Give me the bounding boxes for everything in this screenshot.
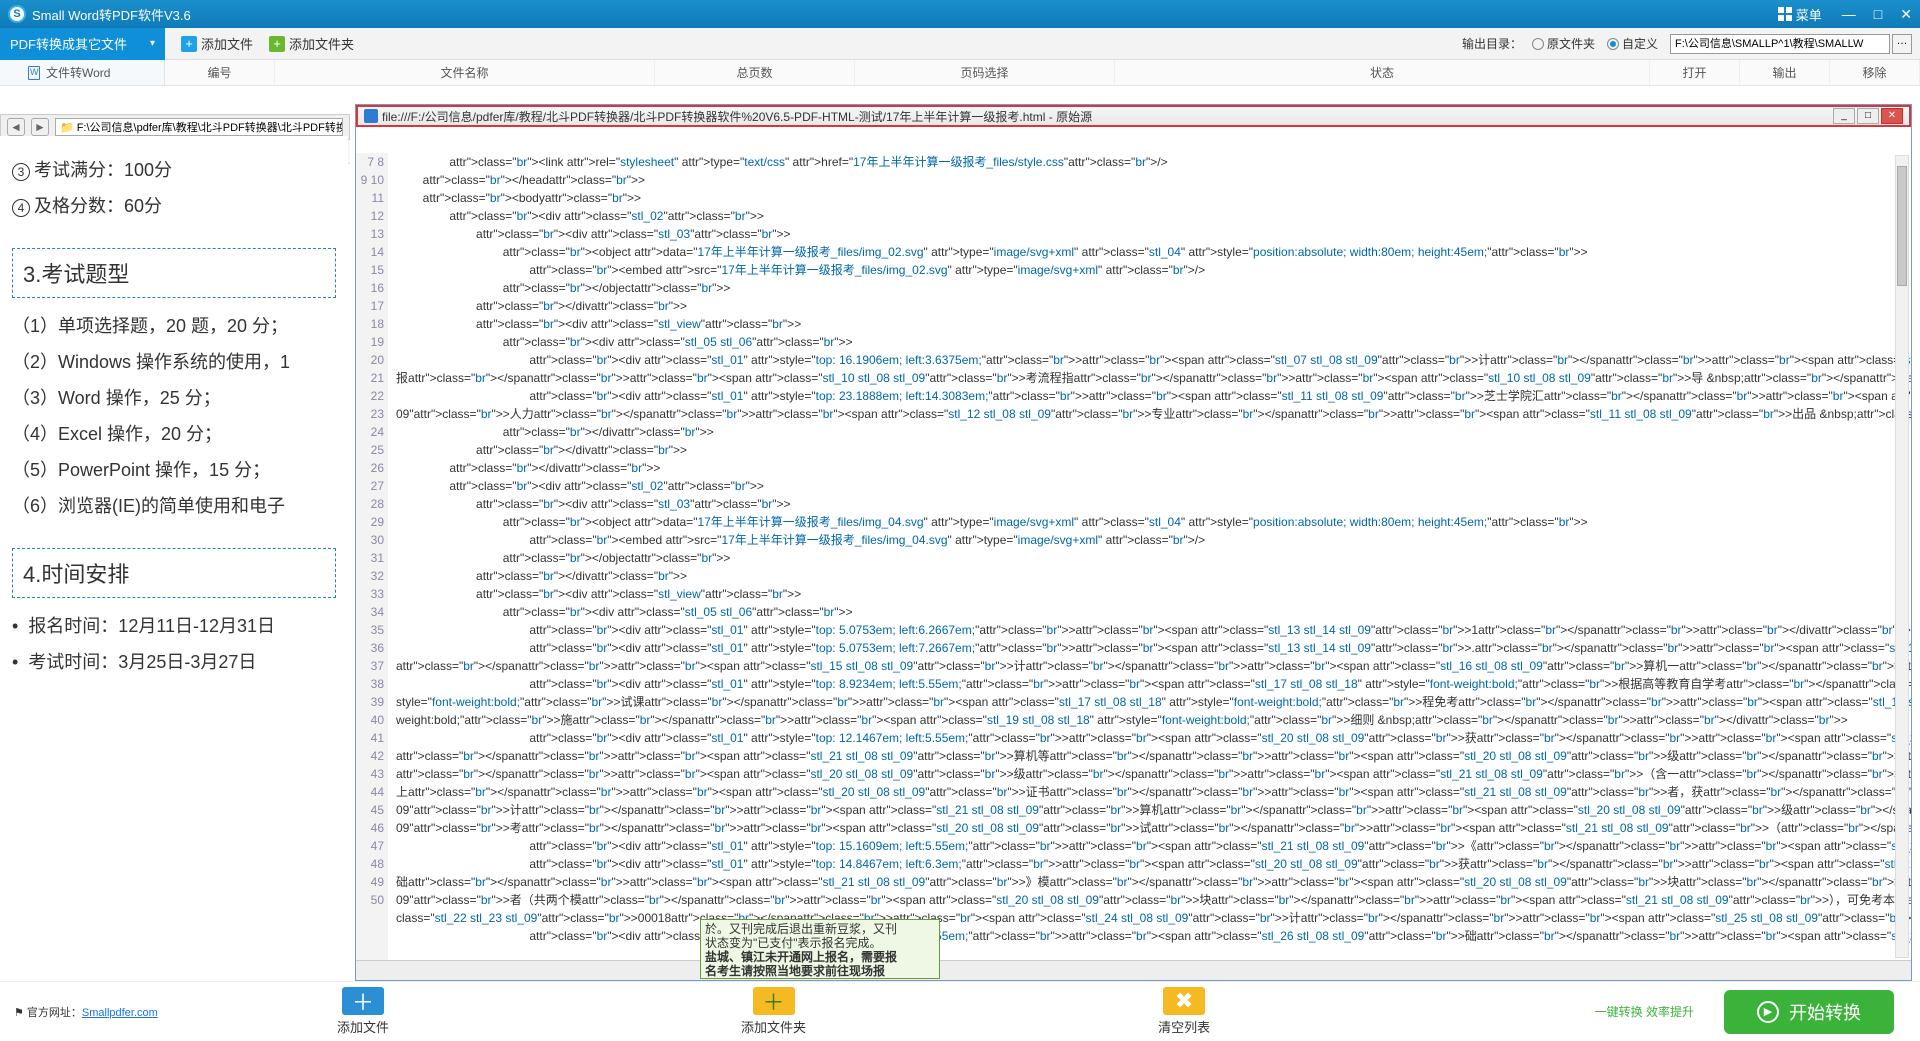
official-url[interactable]: Smallpdfer.com [82, 1007, 158, 1019]
play-icon: ▶ [1757, 1001, 1779, 1023]
address-bar[interactable]: 📁 F:\公司信息\pdfer库\教程\北斗PDF转换器\北斗PDF转换器软 [55, 118, 343, 136]
col-filename: 文件名称 [275, 60, 655, 85]
radio-custom-folder[interactable]: 自定义 [1607, 35, 1658, 52]
sidebar-category[interactable]: PDF转换成其它文件 ▾ [0, 28, 165, 60]
app-logo-icon: S [8, 5, 26, 23]
scrollbar-vertical[interactable] [1895, 155, 1909, 958]
col-output: 输出 [1740, 60, 1830, 85]
ie-icon [364, 109, 378, 123]
list-headers: 文件转Word 编号 文件名称 总页数 页码选择 状态 打开 输出 移除 [0, 60, 1920, 86]
footer-add-folder[interactable]: ＋ 添加文件夹 [568, 987, 979, 1036]
menu-grid-icon [1778, 7, 1792, 21]
sidebar-item-file-to-word[interactable]: 文件转Word [0, 60, 165, 85]
start-convert-button[interactable]: ▶ 开始转换 [1724, 990, 1894, 1034]
plus-icon: + [269, 36, 285, 52]
output-path-input[interactable]: F:\公司信息\SMALLP^1\教程\SMALLW [1670, 34, 1890, 54]
sidebar-category-label: PDF转换成其它文件 [10, 34, 127, 53]
close-button[interactable]: ✕ [1900, 6, 1912, 23]
col-status: 状态 [1115, 60, 1650, 85]
col-pages: 总页数 [655, 60, 855, 85]
notice-box: 於。又刊完成后退出重新豆浆，又刊 状态变为"已支付"表示报名完成。 盐城、镇江未… [700, 919, 940, 979]
source-window-title: file:///F:/公司信息/pdfer库/教程/北斗PDF转换器/北斗PDF… [382, 108, 1833, 125]
slogan: 一键转换 效率提升 [1595, 1003, 1694, 1020]
win-min-button[interactable]: _ [1833, 108, 1855, 124]
footer-add-file[interactable]: ＋ 添加文件 [158, 987, 569, 1036]
word-icon [28, 66, 40, 80]
add-folder-label: 添加文件夹 [289, 34, 354, 53]
col-remove: 移除 [1830, 60, 1920, 85]
folder-icon: 📁 [60, 121, 74, 134]
win-close-button[interactable]: ✕ [1881, 108, 1903, 124]
title-bar: S Small Word转PDF软件V3.6 菜单 — □ ✕ [0, 0, 1920, 28]
clear-icon: ✖ [1163, 987, 1205, 1015]
footer-clear-list[interactable]: ✖ 清空列表 [979, 987, 1390, 1036]
menu-label: 菜单 [1796, 5, 1822, 24]
add-file-label: 添加文件 [201, 34, 253, 53]
official-link: ⚑ 官方网址：Smallpdfer.com [14, 1004, 158, 1020]
add-folder-button[interactable]: + 添加文件夹 [269, 34, 354, 53]
col-pagesel: 页码选择 [855, 60, 1115, 85]
minimize-button[interactable]: — [1842, 6, 1856, 23]
source-code-window: file:///F:/公司信息/pdfer库/教程/北斗PDF转换器/北斗PDF… [355, 104, 1912, 981]
toolbar: PDF转换成其它文件 ▾ + 添加文件 + 添加文件夹 输出目录： 原文件夹 自… [0, 28, 1920, 60]
app-title: Small Word转PDF软件V3.6 [32, 5, 1778, 24]
maximize-button[interactable]: □ [1874, 6, 1882, 23]
back-button[interactable]: ◄ [7, 118, 25, 136]
chevron-down-icon: ▾ [150, 38, 155, 49]
add-file-button[interactable]: + 添加文件 [181, 34, 253, 53]
add-folder-icon: ＋ [753, 987, 795, 1015]
plus-icon: + [181, 36, 197, 52]
add-file-icon: ＋ [342, 987, 384, 1015]
document-preview: 3考试满分：100分 4及格分数：60分 3.考试题型 （1）单项选择题，20 … [0, 136, 348, 981]
content-pane: ◄ ► 📁 F:\公司信息\pdfer库\教程\北斗PDF转换器\北斗PDF转换… [0, 86, 1920, 981]
section-heading: 3.考试题型 [12, 248, 336, 298]
win-max-button[interactable]: □ [1857, 108, 1879, 124]
forward-button[interactable]: ► [31, 118, 49, 136]
col-open: 打开 [1650, 60, 1740, 85]
section-heading: 4.时间安排 [12, 548, 336, 598]
col-index: 编号 [165, 60, 275, 85]
scrollbar-thumb[interactable] [1897, 166, 1907, 286]
status-bar [356, 960, 1911, 980]
browse-button[interactable]: … [1892, 34, 1912, 54]
source-window-titlebar[interactable]: file:///F:/公司信息/pdfer库/教程/北斗PDF转换器/北斗PDF… [356, 105, 1911, 127]
menu-button[interactable]: 菜单 [1778, 5, 1822, 24]
code-content: attr">class="br"><link attr">rel="styles… [388, 153, 1911, 960]
code-editor[interactable]: 7 8 9 10 11 12 13 14 15 16 17 18 19 20 2… [356, 153, 1911, 960]
line-gutter: 7 8 9 10 11 12 13 14 15 16 17 18 19 20 2… [356, 153, 388, 960]
window-controls: — □ ✕ [1842, 6, 1912, 23]
output-dir-label: 输出目录： [1462, 35, 1522, 52]
radio-source-folder[interactable]: 原文件夹 [1532, 35, 1595, 52]
footer: ⚑ 官方网址：Smallpdfer.com ＋ 添加文件 ＋ 添加文件夹 ✖ 清… [0, 981, 1920, 1041]
